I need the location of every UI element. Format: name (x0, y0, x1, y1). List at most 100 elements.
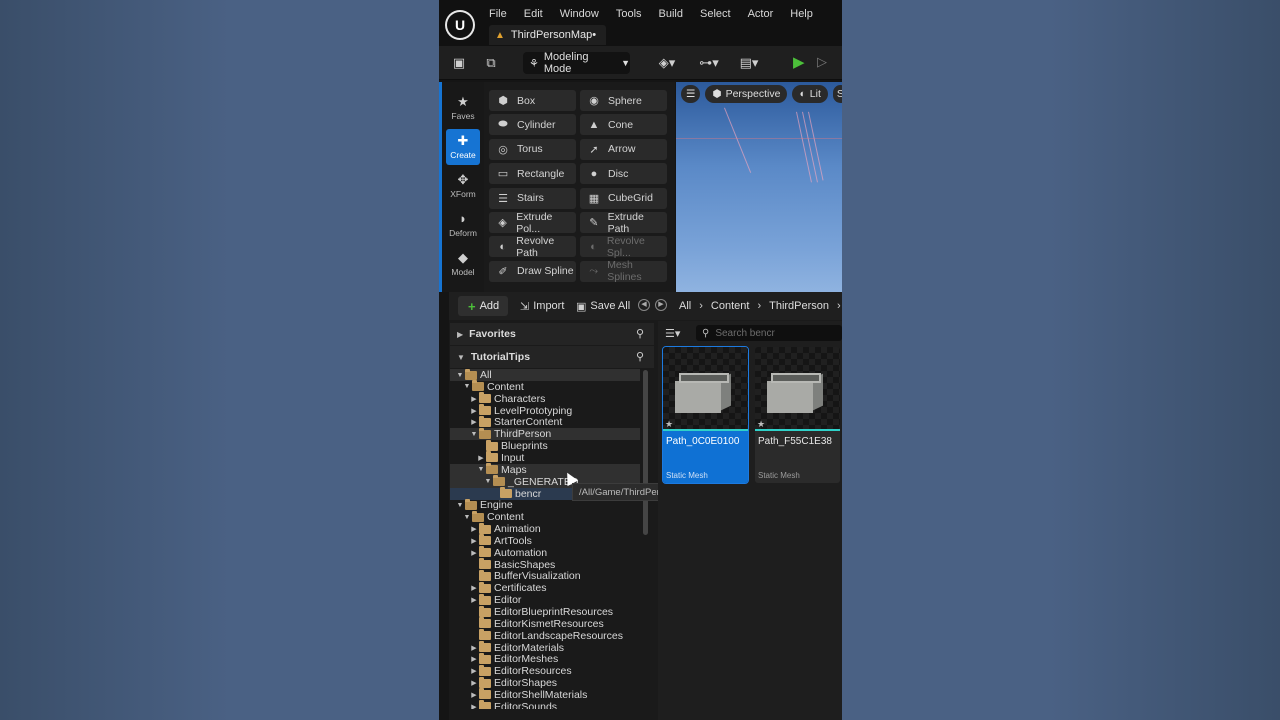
perspective-button[interactable]: ⬢ Perspective (705, 85, 788, 103)
breadcrumb-separator-icon[interactable]: › (837, 300, 841, 312)
tree-scrollbar[interactable] (643, 370, 648, 535)
tree-item[interactable]: EditorLandscapeResources (450, 629, 640, 642)
level-viewport[interactable]: ☰ ⬢ Perspective ◐ Lit S (676, 82, 842, 292)
menu-item-actor[interactable]: Actor (742, 7, 780, 21)
chevron-right-icon[interactable]: ▶ (470, 418, 478, 426)
tool-extrude-path[interactable]: ✎ Extrude Path (580, 211, 667, 235)
breadcrumb-separator-icon[interactable]: › (699, 300, 703, 312)
tree-item[interactable]: ▼ All (450, 369, 640, 381)
history-back-icon[interactable]: ◀ (638, 299, 650, 311)
tree-item[interactable]: ▶ Animation (450, 522, 640, 535)
chevron-down-icon[interactable]: ▼ (463, 383, 471, 390)
tool-stairs[interactable]: ☰ Stairs (489, 187, 576, 209)
step-icon[interactable]: ▷ (817, 54, 827, 70)
import-button[interactable]: ⇲ Import (520, 296, 564, 316)
tool-arrow[interactable]: ➚ Arrow (580, 138, 667, 160)
chevron-right-icon[interactable]: ▶ (470, 395, 478, 403)
tool-rectangle[interactable]: ▭ Rectangle (489, 163, 576, 185)
tree-item[interactable]: ▶ Characters (450, 392, 640, 405)
tool-disc[interactable]: ● Disc (580, 163, 667, 185)
unreal-logo-icon[interactable]: U (445, 10, 475, 40)
tree-item[interactable]: ▼ ThirdPerson (450, 427, 640, 441)
blueprint-icon[interactable]: ⊶▾ (694, 54, 724, 72)
chevron-right-icon[interactable]: ▶ (470, 667, 478, 675)
tree-item[interactable]: ▶ Editor (450, 593, 640, 606)
search-icon[interactable]: ⚲ (636, 327, 644, 340)
chevron-right-icon[interactable]: ▶ (470, 703, 478, 709)
tree-item[interactable]: BufferVisualization (450, 569, 640, 582)
breadcrumb-all[interactable]: All (679, 300, 691, 312)
breadcrumb-content[interactable]: Content (711, 300, 750, 312)
tool-draw-spline[interactable]: ✐ Draw Spline (489, 260, 576, 282)
asset-tile[interactable]: ★ Path_F55C1E38 Static Mesh (755, 347, 840, 483)
show-button[interactable]: S (832, 85, 842, 103)
chevron-down-icon[interactable]: ▼ (463, 514, 471, 521)
browse-icon[interactable]: ⧉ (481, 54, 501, 72)
menu-item-select[interactable]: Select (694, 7, 737, 21)
tree-item[interactable]: ▶ Input (450, 451, 640, 464)
category-model[interactable]: ◆ Model (446, 246, 480, 282)
chevron-right-icon[interactable]: ▶ (470, 407, 478, 415)
tree-item[interactable]: EditorKismetResources (450, 617, 640, 630)
tree-item[interactable]: ▶ StarterContent (450, 415, 640, 428)
menu-item-build[interactable]: Build (653, 7, 689, 21)
menu-item-file[interactable]: File (483, 7, 513, 21)
breadcrumb-separator-icon[interactable]: › (757, 300, 761, 312)
tree-item[interactable]: ▶ LevelPrototyping (450, 404, 640, 417)
menu-item-edit[interactable]: Edit (518, 7, 549, 21)
chevron-right-icon[interactable]: ▶ (470, 644, 478, 652)
chevron-down-icon[interactable]: ▼ (456, 372, 464, 379)
chevron-down-icon[interactable]: ▼ (484, 478, 492, 485)
category-deform[interactable]: ◗ Deform (446, 207, 480, 243)
save-all-button[interactable]: ▣ Save All (576, 296, 630, 316)
asset-tile[interactable]: ★ Path_0C0E0100 Static Mesh (662, 346, 749, 484)
chevron-right-icon[interactable]: ▶ (470, 549, 478, 557)
tree-item[interactable]: ▶ Certificates (450, 581, 640, 594)
play-icon[interactable]: ▶ (793, 53, 805, 71)
tool-revolve-path[interactable]: ◐ Revolve Path (489, 235, 576, 259)
tree-item[interactable]: ▶ EditorMeshes (450, 652, 640, 665)
tree-item[interactable]: ▶ EditorSounds (450, 700, 640, 709)
tree-item[interactable]: ▼ Engine (450, 498, 640, 511)
tree-item[interactable]: EditorBlueprintResources (450, 605, 640, 618)
chevron-right-icon[interactable]: ▶ (470, 584, 478, 592)
add-actor-icon[interactable]: ◈▾ (652, 54, 682, 72)
favorites-header[interactable]: ▶ Favorites ⚲ (450, 323, 654, 345)
tree-item[interactable]: ▶ EditorResources (450, 664, 640, 677)
search-input[interactable]: ⚲ Search bencr (696, 325, 842, 341)
tool-mesh-splines[interactable]: ⤳ Mesh Splines (580, 259, 667, 283)
chevron-right-icon[interactable]: ▶ (470, 537, 478, 545)
chevron-right-icon[interactable]: ▶ (477, 454, 485, 462)
tool-cone[interactable]: ▲ Cone (580, 114, 667, 136)
filter-icon[interactable]: ☰▾ (665, 327, 680, 340)
tool-box[interactable]: ⬢ Box (489, 90, 576, 111)
lit-button[interactable]: ◐ Lit (792, 85, 828, 103)
tree-item[interactable]: ▶ EditorShapes (450, 676, 640, 689)
category-create[interactable]: ✚ Create (446, 129, 480, 165)
breadcrumb-thirdperson[interactable]: ThirdPerson (769, 300, 829, 312)
save-icon[interactable]: ▣ (449, 54, 469, 72)
add-button[interactable]: + Add (458, 296, 508, 316)
chevron-right-icon[interactable]: ▶ (470, 596, 478, 604)
tool-sphere[interactable]: ◉ Sphere (580, 90, 667, 111)
tree-item[interactable]: ▼ Maps (450, 463, 640, 476)
chevron-right-icon[interactable]: ▶ (470, 655, 478, 663)
category-faves[interactable]: ★ Faves (446, 90, 480, 126)
search-icon[interactable]: ⚲ (636, 350, 644, 363)
menu-item-help[interactable]: Help (784, 7, 819, 21)
cinematics-icon[interactable]: ▤▾ (734, 54, 764, 72)
tree-item[interactable]: BasicShapes (450, 558, 640, 571)
mode-dropdown[interactable]: ⚘ Modeling Mode ▼ (523, 51, 630, 75)
tree-item[interactable]: ▶ ArtTools (450, 534, 640, 547)
tree-item[interactable]: Blueprints (450, 439, 640, 452)
chevron-right-icon[interactable]: ▶ (470, 679, 478, 687)
tool-cylinder[interactable]: ⬬ Cylinder (489, 114, 576, 136)
tool-torus[interactable]: ◎ Torus (489, 138, 576, 160)
project-header[interactable]: ▼ TutorialTips ⚲ (450, 346, 654, 368)
category-xform[interactable]: ✥ XForm (446, 168, 480, 204)
tree-item[interactable]: ▶ EditorShellMaterials (450, 688, 640, 701)
menu-item-tools[interactable]: Tools (610, 7, 648, 21)
menu-item-window[interactable]: Window (554, 7, 605, 21)
chevron-down-icon[interactable]: ▼ (456, 502, 464, 509)
chevron-right-icon[interactable]: ▶ (470, 691, 478, 699)
